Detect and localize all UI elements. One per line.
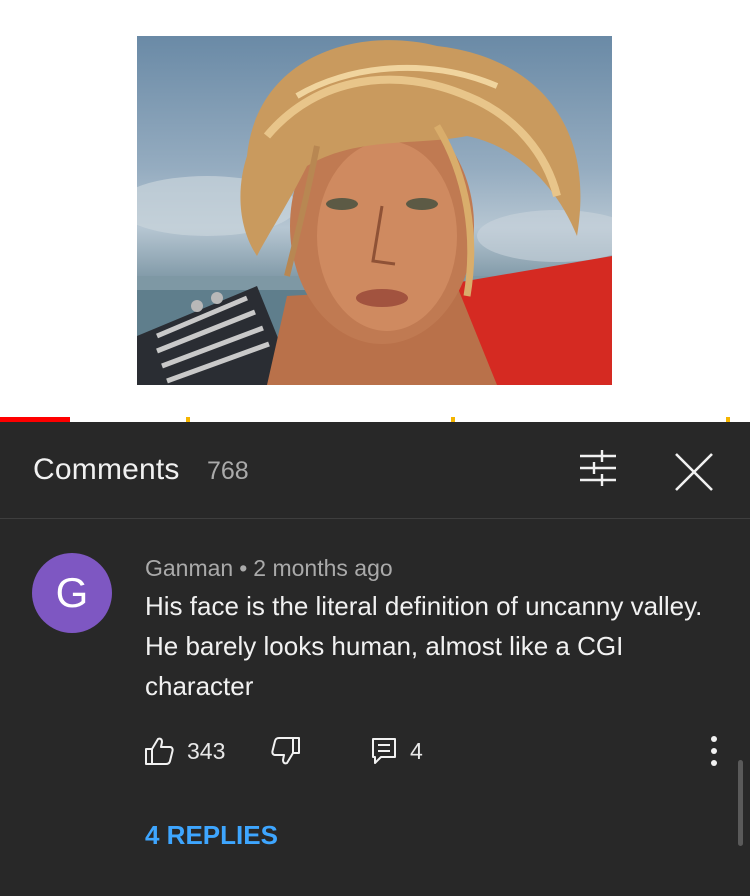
video-frame[interactable] (137, 36, 612, 385)
comment-text: His face is the literal definition of un… (145, 591, 703, 701)
reply-button[interactable]: 4 (370, 727, 423, 775)
close-comments-button[interactable] (668, 446, 720, 498)
comment-reply-icon (372, 738, 396, 764)
sort-filter-icon (580, 450, 616, 486)
thumbs-up-icon (145, 737, 174, 765)
comment-item: G Ganman • 2 months ago His face is the li… (0, 519, 750, 896)
comments-count: 768 (207, 457, 249, 485)
comment-author[interactable]: Ganman (145, 555, 233, 581)
sort-comments-button[interactable] (572, 446, 624, 498)
video-player[interactable] (0, 0, 750, 422)
dislike-button[interactable] (270, 727, 302, 775)
more-options-button[interactable] (698, 729, 730, 773)
scrollbar[interactable] (738, 760, 743, 846)
like-button[interactable]: 343 (143, 727, 225, 775)
view-replies-link[interactable]: 4 REPLIES (145, 820, 278, 851)
comments-title: Comments (33, 453, 180, 486)
reply-count: 4 (410, 737, 423, 764)
more-vertical-icon (711, 736, 717, 766)
meta-separator: • (239, 555, 248, 581)
comment-meta: Ganman • 2 months ago (145, 555, 393, 582)
video-thumbnail-image (137, 40, 612, 385)
avatar[interactable]: G (32, 553, 112, 633)
comment-time: 2 months ago (253, 555, 393, 581)
thumbs-down-icon (271, 737, 300, 765)
like-count: 343 (187, 737, 226, 764)
comments-header: Comments 768 (0, 422, 750, 519)
comments-panel: Comments 768 G Ganman • 2 months ago His… (0, 422, 750, 896)
close-icon (675, 453, 713, 491)
